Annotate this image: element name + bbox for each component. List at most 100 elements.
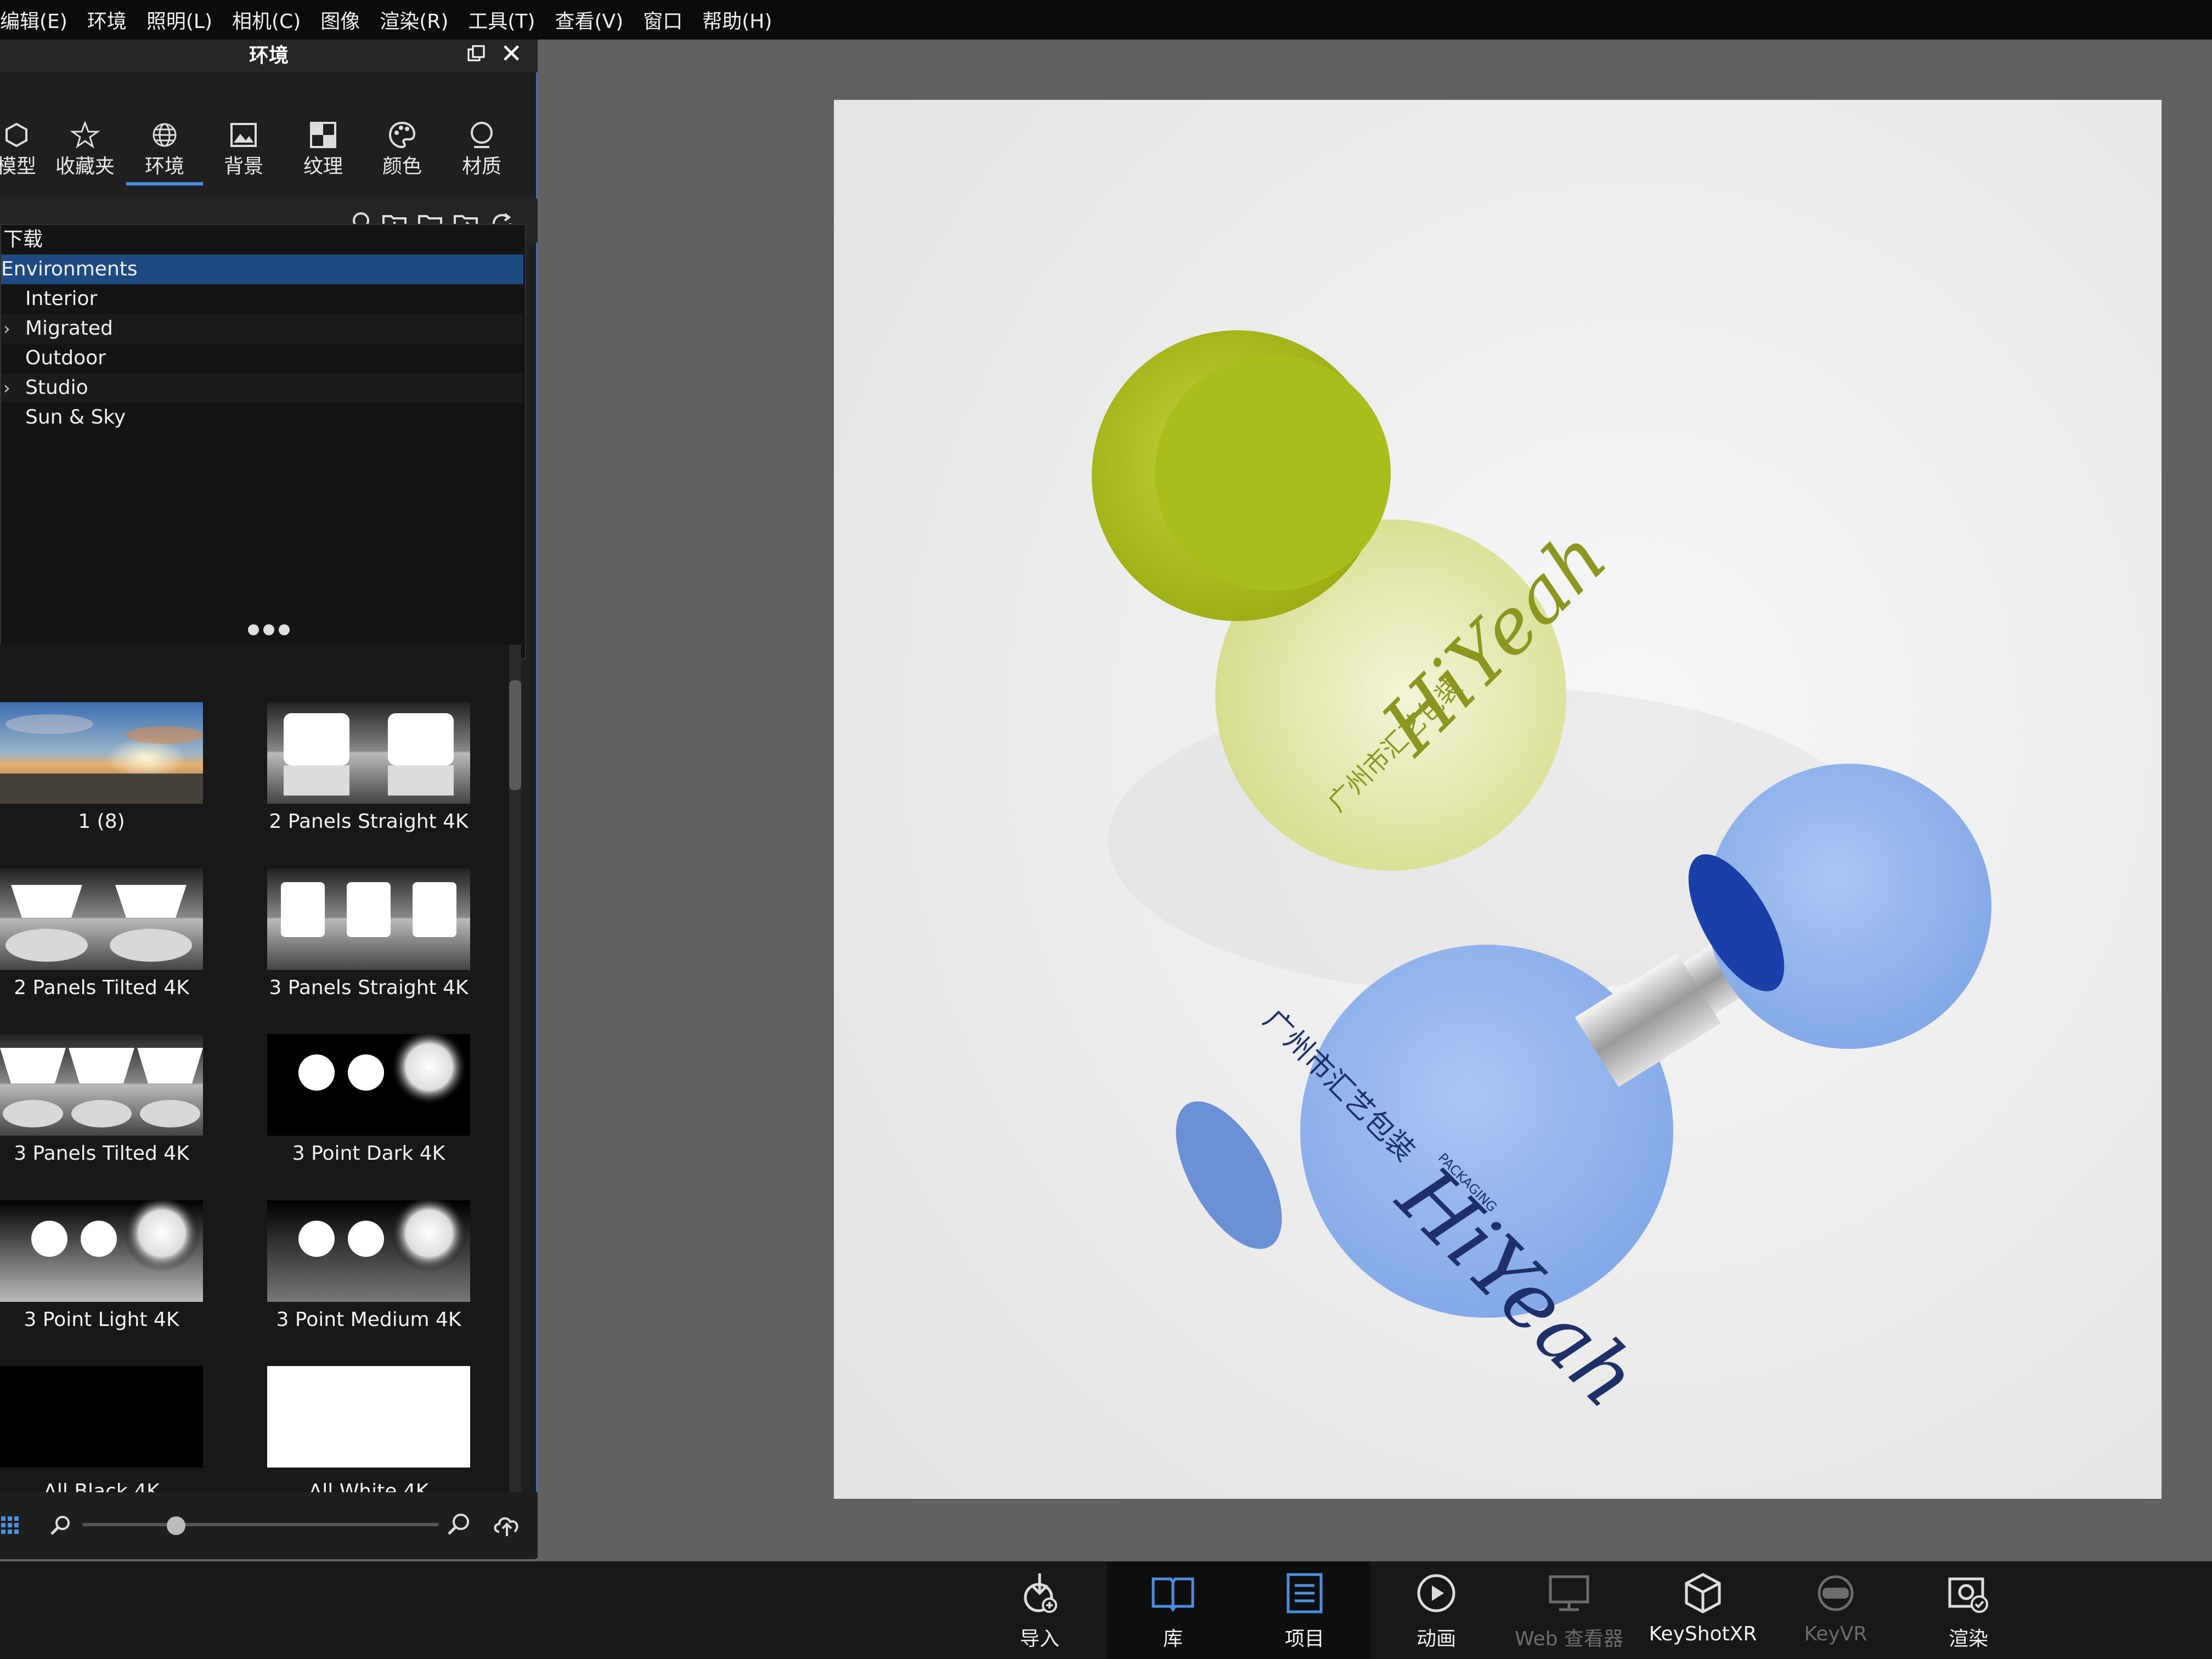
thumbnail-2-panels-tilted[interactable]: [0, 868, 203, 970]
tab-material[interactable]: 材质: [443, 78, 520, 182]
thumbnail-all-white[interactable]: [267, 1366, 470, 1468]
tree-item-label: Studio: [25, 376, 88, 399]
thumbnail-3-point-medium[interactable]: [267, 1200, 470, 1302]
thumbnail-3-point-light[interactable]: [0, 1200, 203, 1302]
import-button[interactable]: 导入: [974, 1561, 1105, 1659]
thumbnail-2-panels-straight[interactable]: [267, 702, 470, 804]
menu-help[interactable]: 帮助(H): [702, 5, 782, 34]
keyvr-icon: [1818, 1575, 1854, 1611]
render-icon: [1948, 1577, 1988, 1613]
tree-item-interior[interactable]: Interior: [1, 284, 523, 314]
tree-item-migrated[interactable]: › Migrated: [1, 314, 523, 343]
globe-icon: [153, 123, 177, 147]
scrollbar-thumb[interactable]: [509, 680, 521, 790]
tab-label: 环境: [144, 155, 184, 178]
import-icon: [1024, 1573, 1057, 1613]
tree-item-label: 下载: [3, 228, 43, 251]
thumbnail-label: 2 Panels Tilted 4K: [14, 977, 189, 999]
menu-bar: 编辑(E) 环境 照明(L) 相机(C) 图像 渲染(R) 工具(T) 查看(V…: [0, 0, 2212, 40]
animation-icon: [1417, 1574, 1455, 1612]
footer-label: 动画: [1416, 1628, 1456, 1650]
thumbnail-label: 3 Point Medium 4K: [276, 1308, 461, 1331]
menu-view[interactable]: 查看(V): [555, 5, 633, 34]
footer-label: Web 查看器: [1515, 1628, 1623, 1650]
menu-image[interactable]: 图像: [320, 5, 370, 34]
checker-icon: [310, 122, 336, 148]
palette-icon: [388, 121, 416, 149]
thumbnail-3-point-dark[interactable]: [267, 1034, 470, 1136]
star-icon: [70, 120, 100, 149]
footer-label: 库: [1163, 1628, 1183, 1650]
thumbnail-all-black[interactable]: [0, 1366, 203, 1468]
image-icon: [230, 123, 257, 147]
tree-item-label: Sun & Sky: [25, 406, 126, 428]
close-icon[interactable]: ✕: [500, 41, 522, 67]
folder-tree: 下载 Environments Interior › Migrated Outdo…: [0, 224, 526, 659]
tree-item-sun-sky[interactable]: Sun & Sky: [1, 403, 523, 432]
thumbnail-label: All White 4K: [308, 1480, 429, 1492]
thumbnail-label: All Black 4K: [43, 1480, 160, 1492]
slider-knob[interactable]: [167, 1516, 185, 1535]
footer-label: KeyShotXR: [1649, 1623, 1757, 1645]
menu-tools[interactable]: 工具(T): [468, 5, 545, 34]
tab-color[interactable]: 颜色: [364, 78, 441, 182]
thumbnail-panorama[interactable]: [0, 702, 203, 804]
tree-item-download[interactable]: 下载: [1, 225, 523, 255]
web-viewer-icon: [1549, 1575, 1589, 1611]
tab-environment[interactable]: 环境: [126, 78, 203, 185]
tab-label: 材质: [461, 155, 501, 178]
keyvr-button[interactable]: KeyVR: [1770, 1561, 1901, 1659]
menu-environment[interactable]: 环境: [87, 5, 137, 34]
zoom-in-icon[interactable]: [445, 1511, 472, 1537]
tab-label: 颜色: [382, 155, 422, 178]
tab-label: 收藏夹: [55, 155, 115, 178]
tab-favorites[interactable]: 收藏夹: [47, 78, 123, 182]
footer-label: KeyVR: [1804, 1623, 1867, 1645]
menu-camera[interactable]: 相机(C): [232, 5, 311, 34]
menu-edit[interactable]: 编辑(E): [0, 5, 77, 34]
render-button[interactable]: 渲染: [1903, 1561, 2034, 1659]
tree-item-label: Migrated: [25, 317, 113, 340]
float-window-icon[interactable]: [466, 44, 486, 64]
cloud-upload-icon[interactable]: [492, 1510, 522, 1538]
library-icon: [1152, 1577, 1194, 1612]
tree-item-outdoor[interactable]: Outdoor: [1, 343, 523, 373]
web-viewer-button[interactable]: Web 查看器: [1503, 1561, 1635, 1659]
thumbnail-label: 2 Panels Straight 4K: [269, 810, 469, 833]
thumbnail-label: 3 Panels Straight 4K: [269, 977, 469, 999]
tree-item-environments[interactable]: Environments: [1, 255, 523, 284]
tree-item-label: Outdoor: [25, 347, 106, 369]
panel-title: 环境: [0, 40, 538, 72]
tab-background[interactable]: 背景: [205, 78, 282, 182]
library-button[interactable]: 库: [1107, 1561, 1239, 1659]
thumbnail-label: 1 (8): [78, 810, 125, 833]
menu-render[interactable]: 渲染(R): [380, 5, 458, 34]
animation-button[interactable]: 动画: [1370, 1561, 1502, 1659]
thumbnail-3-panels-tilted[interactable]: [0, 1034, 203, 1136]
thumbnail-size-slider[interactable]: [82, 1523, 439, 1526]
panel-splitter-handle[interactable]: [0, 619, 538, 643]
environment-thumbnail-grid: 1 (8) 2 Panels Straight 4K 2 Panels Tilt…: [0, 645, 516, 1492]
keyshotxr-button[interactable]: KeyShotXR: [1637, 1561, 1769, 1659]
menu-window[interactable]: 窗口: [643, 5, 692, 34]
tree-item-label: Environments: [1, 258, 138, 280]
chevron-right-icon[interactable]: ›: [3, 314, 10, 343]
splitter-dot: [248, 624, 259, 635]
tree-item-studio[interactable]: › Studio: [1, 373, 523, 403]
zoom-out-icon[interactable]: [48, 1513, 72, 1537]
tree-item-label: Interior: [25, 287, 98, 310]
render-viewport[interactable]: HiYeah 广州市汇艺包装 HiYeah 广州市汇艺包装 PACKAGING: [834, 100, 2162, 1499]
model-icon: [5, 122, 27, 148]
tab-label: 纹理: [303, 155, 343, 178]
project-button[interactable]: 项目: [1239, 1561, 1370, 1659]
thumbnail-label: 3 Point Light 4K: [24, 1308, 179, 1331]
chevron-right-icon[interactable]: ›: [3, 373, 10, 403]
project-icon: [1286, 1573, 1323, 1613]
tab-texture[interactable]: 纹理: [285, 78, 362, 182]
thumbnail-3-panels-straight[interactable]: [267, 868, 470, 970]
thumbnail-label: 3 Panels Tilted 4K: [14, 1142, 189, 1165]
menu-lighting[interactable]: 照明(L): [146, 5, 222, 34]
grid-view-icon[interactable]: [0, 1514, 22, 1536]
library-tabs: 模型 收藏夹 环境 背景 纹理 颜色 材质: [0, 78, 538, 188]
footer-label: 渲染: [1948, 1628, 1988, 1650]
